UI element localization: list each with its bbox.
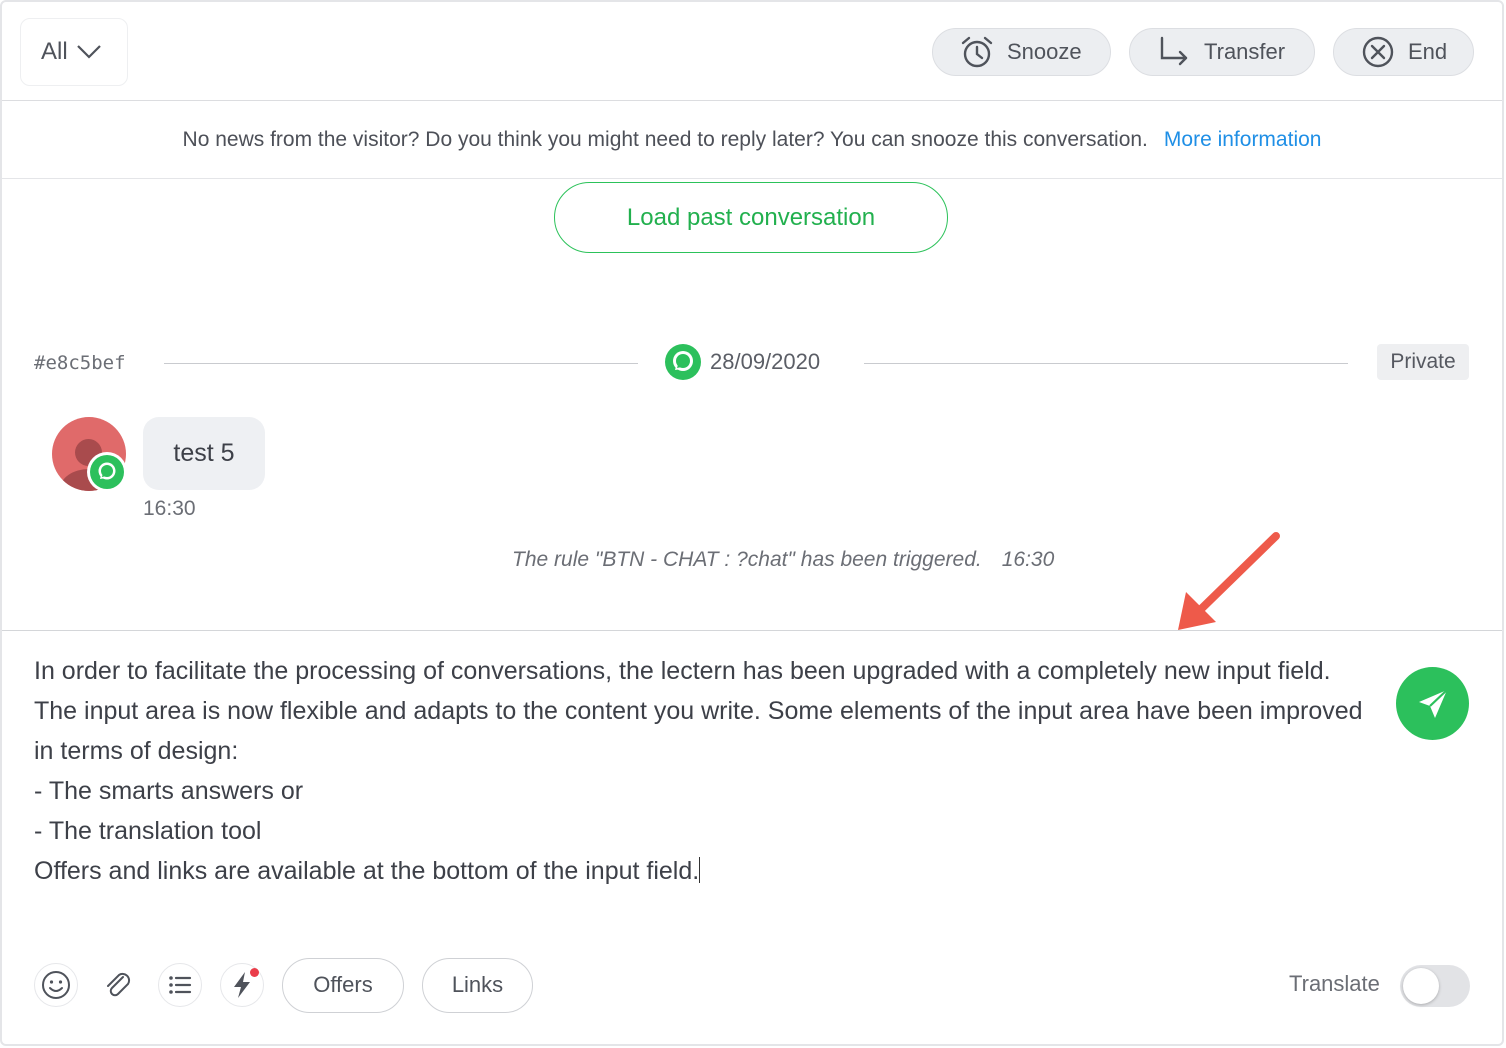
divider-left [164,363,638,364]
alarm-clock-icon [961,36,993,68]
links-button[interactable]: Links [422,957,533,1013]
notification-dot [250,968,259,977]
message-time: 16:30 [143,497,196,520]
quick-actions-button[interactable] [220,963,264,1007]
filter-dropdown[interactable]: All [20,18,128,86]
input-line-4: - The translation tool [34,817,262,845]
chat-bubble-icon [665,344,701,380]
translate-label: Translate [1289,971,1380,996]
text-caret [699,857,701,883]
smart-answers-button[interactable] [158,963,202,1007]
end-button[interactable]: End [1333,28,1474,76]
emoji-icon [42,971,70,999]
event-text: The rule "BTN - CHAT : ?chat" has been t… [512,548,982,571]
load-past-conversation-button[interactable]: Load past conversation [554,182,948,253]
translate-toggle[interactable] [1400,965,1470,1007]
chat-panel: All Snooze Transfer End No news from the… [0,0,1504,1046]
snooze-button[interactable]: Snooze [932,28,1111,76]
filter-label: All [41,38,68,65]
event-time: 16:30 [1001,548,1055,571]
date-label: 28/09/2020 [710,349,821,374]
transfer-button[interactable]: Transfer [1129,28,1315,76]
conversation-date: 28/09/2020 [664,343,820,381]
chevron-down-icon [76,45,101,59]
list-icon [169,976,192,994]
toggle-knob [1403,968,1439,1004]
header: All Snooze Transfer End [2,2,1502,101]
more-information-link[interactable]: More information [1164,128,1322,152]
snooze-info-banner: No news from the visitor? Do you think y… [2,101,1502,179]
private-badge: Private [1377,344,1469,380]
message-composer: In order to facilitate the processing of… [2,630,1502,1044]
conversation-id: #e8c5bef [34,352,126,374]
channel-badge [87,452,127,492]
message-bubble: test 5 [143,417,265,490]
paper-plane-icon [1418,688,1448,718]
close-circle-icon [1362,36,1394,68]
send-button[interactable] [1396,667,1469,740]
divider-right [864,363,1348,364]
system-event: The rule "BTN - CHAT : ?chat" has been t… [512,548,1054,572]
input-line-5: Offers and links are available at the bo… [34,857,700,885]
offers-button[interactable]: Offers [282,957,404,1013]
arrow-turn-right-icon [1160,36,1188,66]
banner-text: No news from the visitor? Do you think y… [182,127,1148,151]
input-line-1: In order to facilitate the processing of… [34,657,1331,685]
input-line-2: The input area is now flexible and adapt… [34,697,1370,765]
transfer-label: Transfer [1204,39,1286,64]
annotation-arrow-icon [1178,532,1280,630]
end-label: End [1408,39,1448,64]
chat-bubble-icon [90,455,124,489]
emoji-button[interactable] [34,963,78,1007]
attach-button[interactable] [96,963,140,1007]
message-input[interactable]: In order to facilitate the processing of… [34,651,1364,891]
composer-toolbar: Offers Links [34,956,551,1014]
snooze-label: Snooze [1007,39,1082,64]
paperclip-icon [107,972,131,997]
input-line-3: - The smarts answers or [34,777,304,805]
